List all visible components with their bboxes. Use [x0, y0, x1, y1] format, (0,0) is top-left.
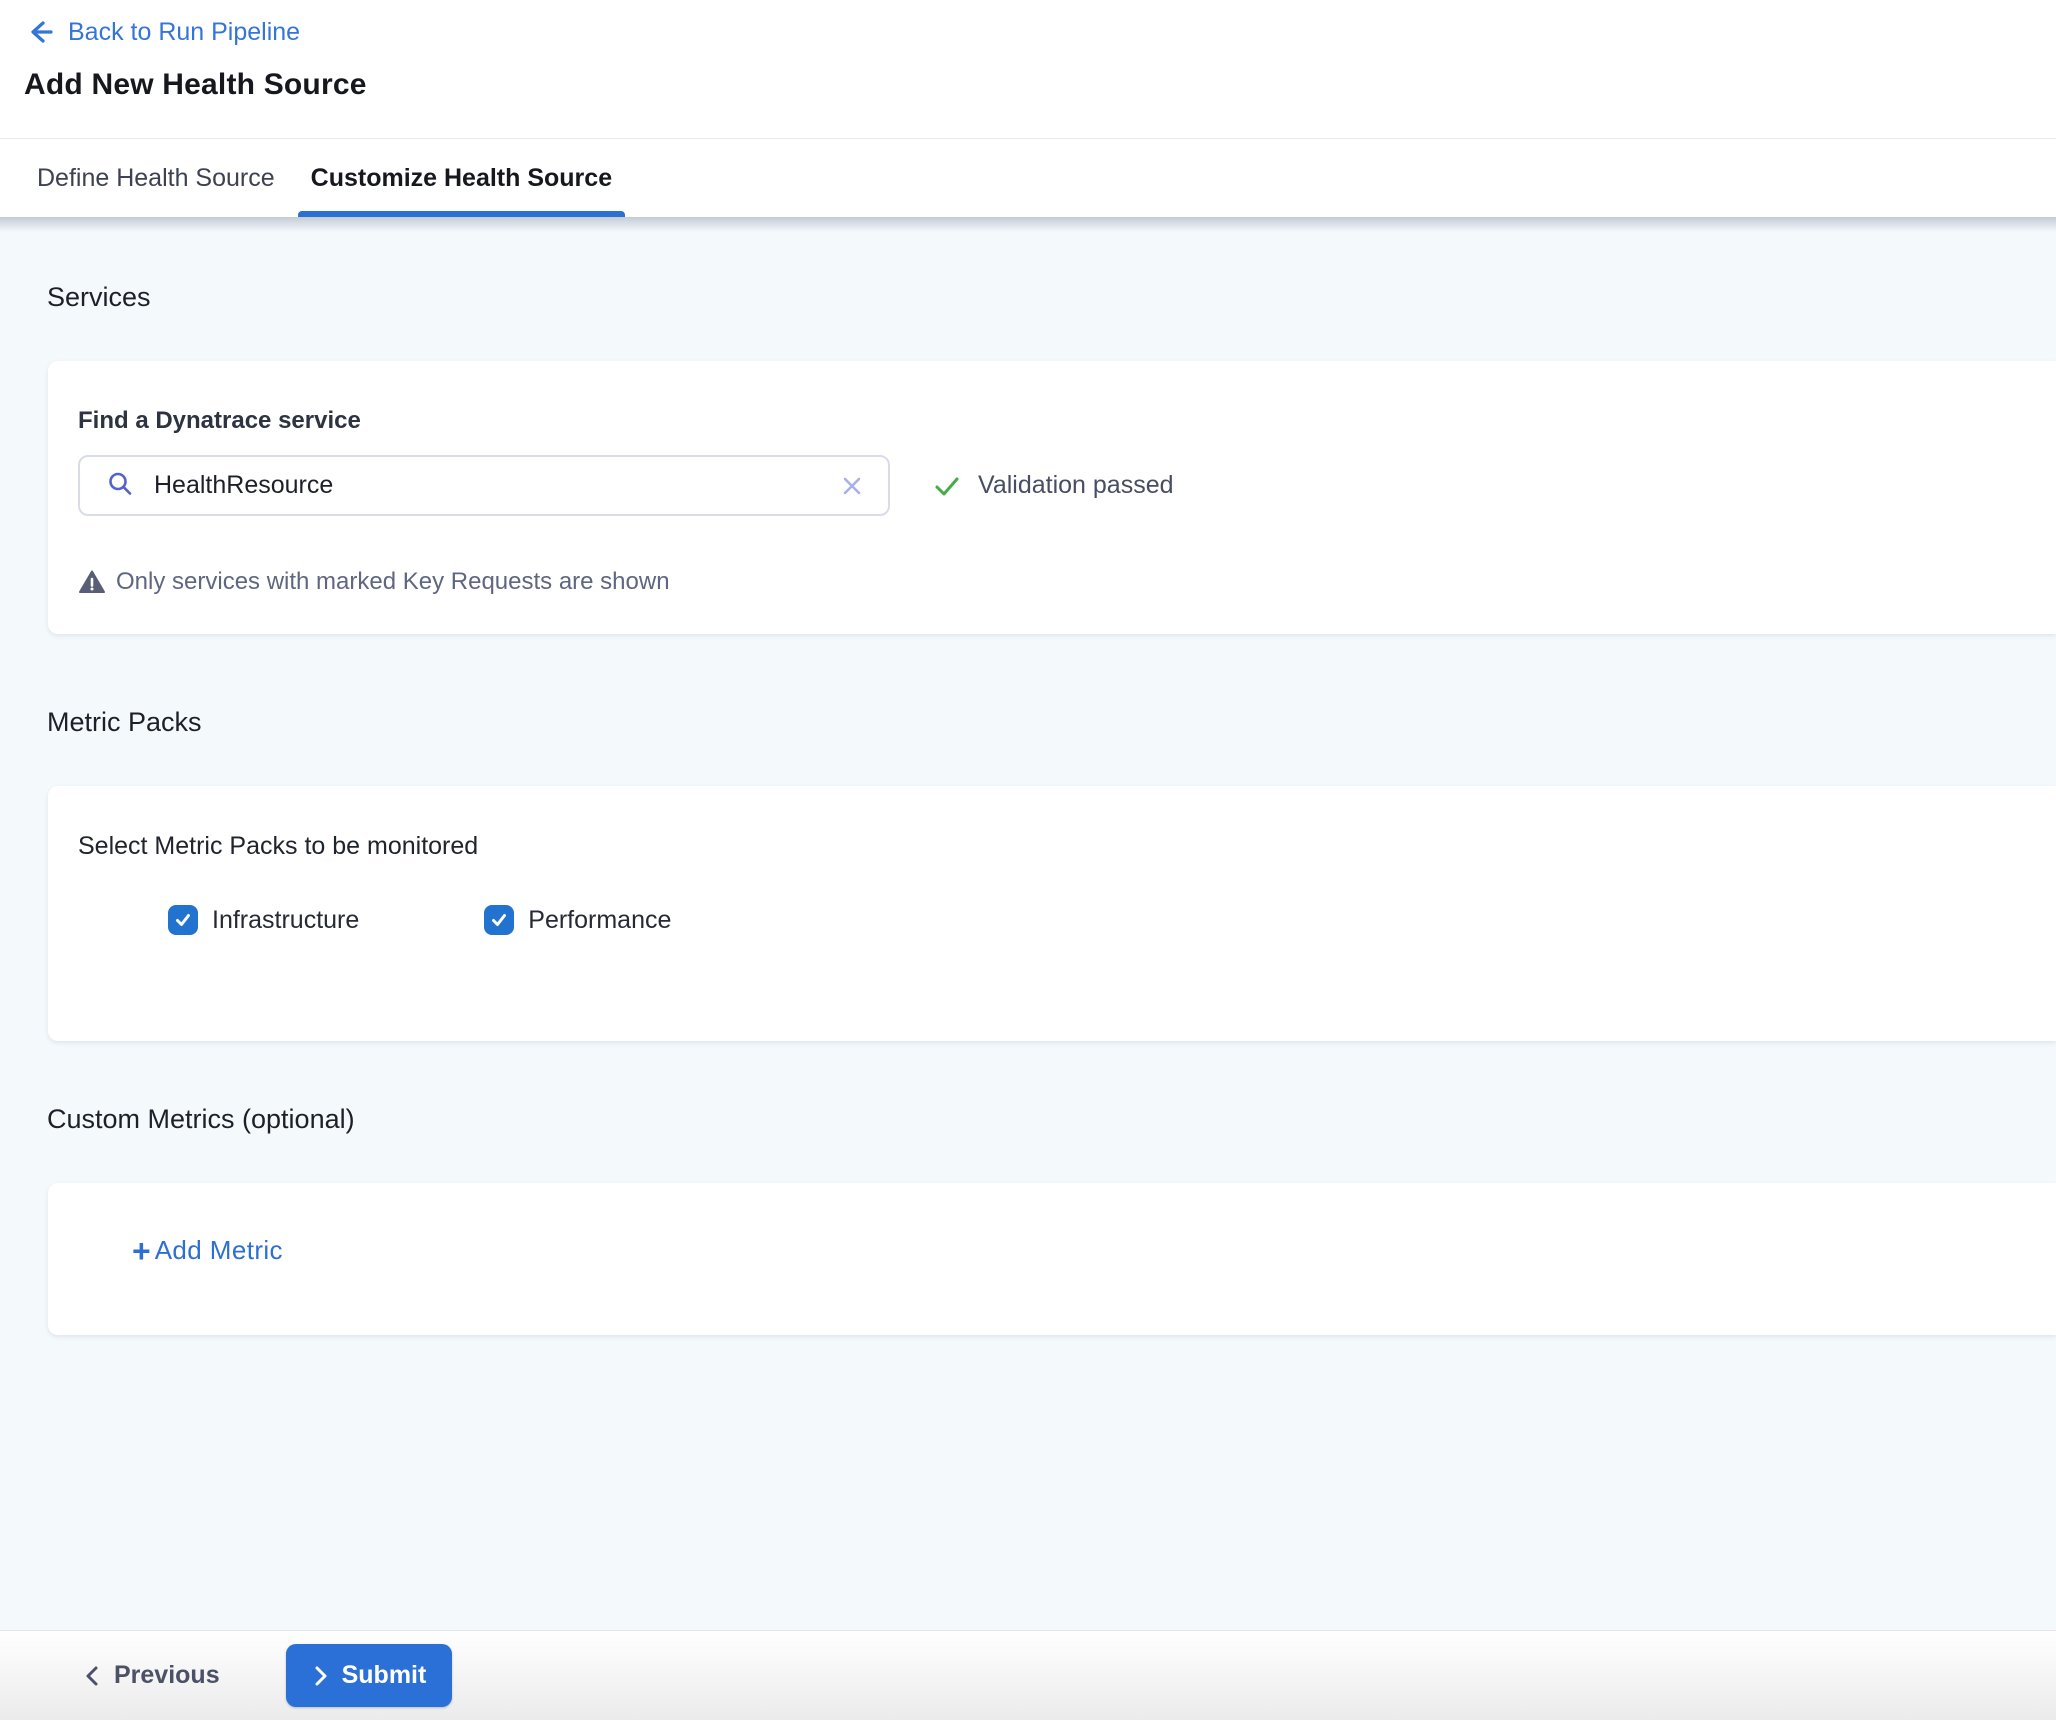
- tab-define-health-source[interactable]: Define Health Source: [24, 139, 288, 217]
- add-metric-button[interactable]: + Add Metric: [132, 1235, 283, 1266]
- metric-packs-options: Infrastructure Performance: [168, 905, 2056, 935]
- services-card: Find a Dynatrace service: [48, 361, 2056, 634]
- validation-status: Validation passed: [932, 471, 1174, 501]
- back-link-label[interactable]: Back to Run Pipeline: [68, 18, 300, 47]
- services-warning: Only services with marked Key Requests a…: [78, 568, 2016, 596]
- chevron-left-icon: [82, 1664, 102, 1688]
- find-service-label: Find a Dynatrace service: [78, 407, 2016, 435]
- metric-packs-subheading: Select Metric Packs to be monitored: [78, 832, 2056, 861]
- checkbox-checked-icon[interactable]: [168, 905, 198, 935]
- clear-search-icon[interactable]: [840, 474, 864, 498]
- checkbox-performance[interactable]: Performance: [484, 905, 671, 935]
- checkbox-checked-icon[interactable]: [484, 905, 514, 935]
- services-heading: Services: [47, 281, 2056, 313]
- search-icon: [106, 469, 134, 502]
- page-header: Back to Run Pipeline Add New Health Sour…: [0, 0, 2056, 138]
- warning-icon: [78, 568, 106, 596]
- back-link[interactable]: Back to Run Pipeline: [24, 14, 2056, 50]
- plus-icon: +: [132, 1236, 151, 1266]
- previous-button[interactable]: Previous: [70, 1645, 232, 1707]
- page-title: Add New Health Source: [24, 68, 2056, 102]
- check-icon: [932, 471, 962, 501]
- previous-button-label: Previous: [114, 1661, 220, 1690]
- checkbox-infrastructure[interactable]: Infrastructure: [168, 905, 359, 935]
- submit-button[interactable]: Submit: [286, 1644, 453, 1707]
- tab-bar: Define Health Source Customize Health So…: [0, 138, 2056, 217]
- checkbox-label: Performance: [528, 906, 671, 935]
- custom-metrics-card: + Add Metric: [48, 1183, 2056, 1335]
- service-search-box[interactable]: [78, 455, 890, 516]
- chevron-right-icon: [312, 1665, 330, 1687]
- tab-customize-health-source[interactable]: Customize Health Source: [298, 139, 625, 217]
- footer-bar: Previous Submit: [0, 1630, 2056, 1720]
- back-arrow-icon[interactable]: [24, 17, 54, 47]
- add-metric-label: Add Metric: [155, 1235, 283, 1266]
- metric-packs-card: Select Metric Packs to be monitored Infr…: [48, 786, 2056, 1041]
- checkbox-label: Infrastructure: [212, 906, 359, 935]
- services-warning-text: Only services with marked Key Requests a…: [116, 568, 670, 596]
- service-search-input[interactable]: [80, 457, 888, 514]
- submit-button-label: Submit: [342, 1661, 427, 1690]
- metric-packs-heading: Metric Packs: [47, 706, 2056, 738]
- validation-text: Validation passed: [978, 471, 1174, 500]
- custom-metrics-heading: Custom Metrics (optional): [47, 1103, 2056, 1135]
- content-area: Services Find a Dynatrace service: [0, 217, 2056, 1630]
